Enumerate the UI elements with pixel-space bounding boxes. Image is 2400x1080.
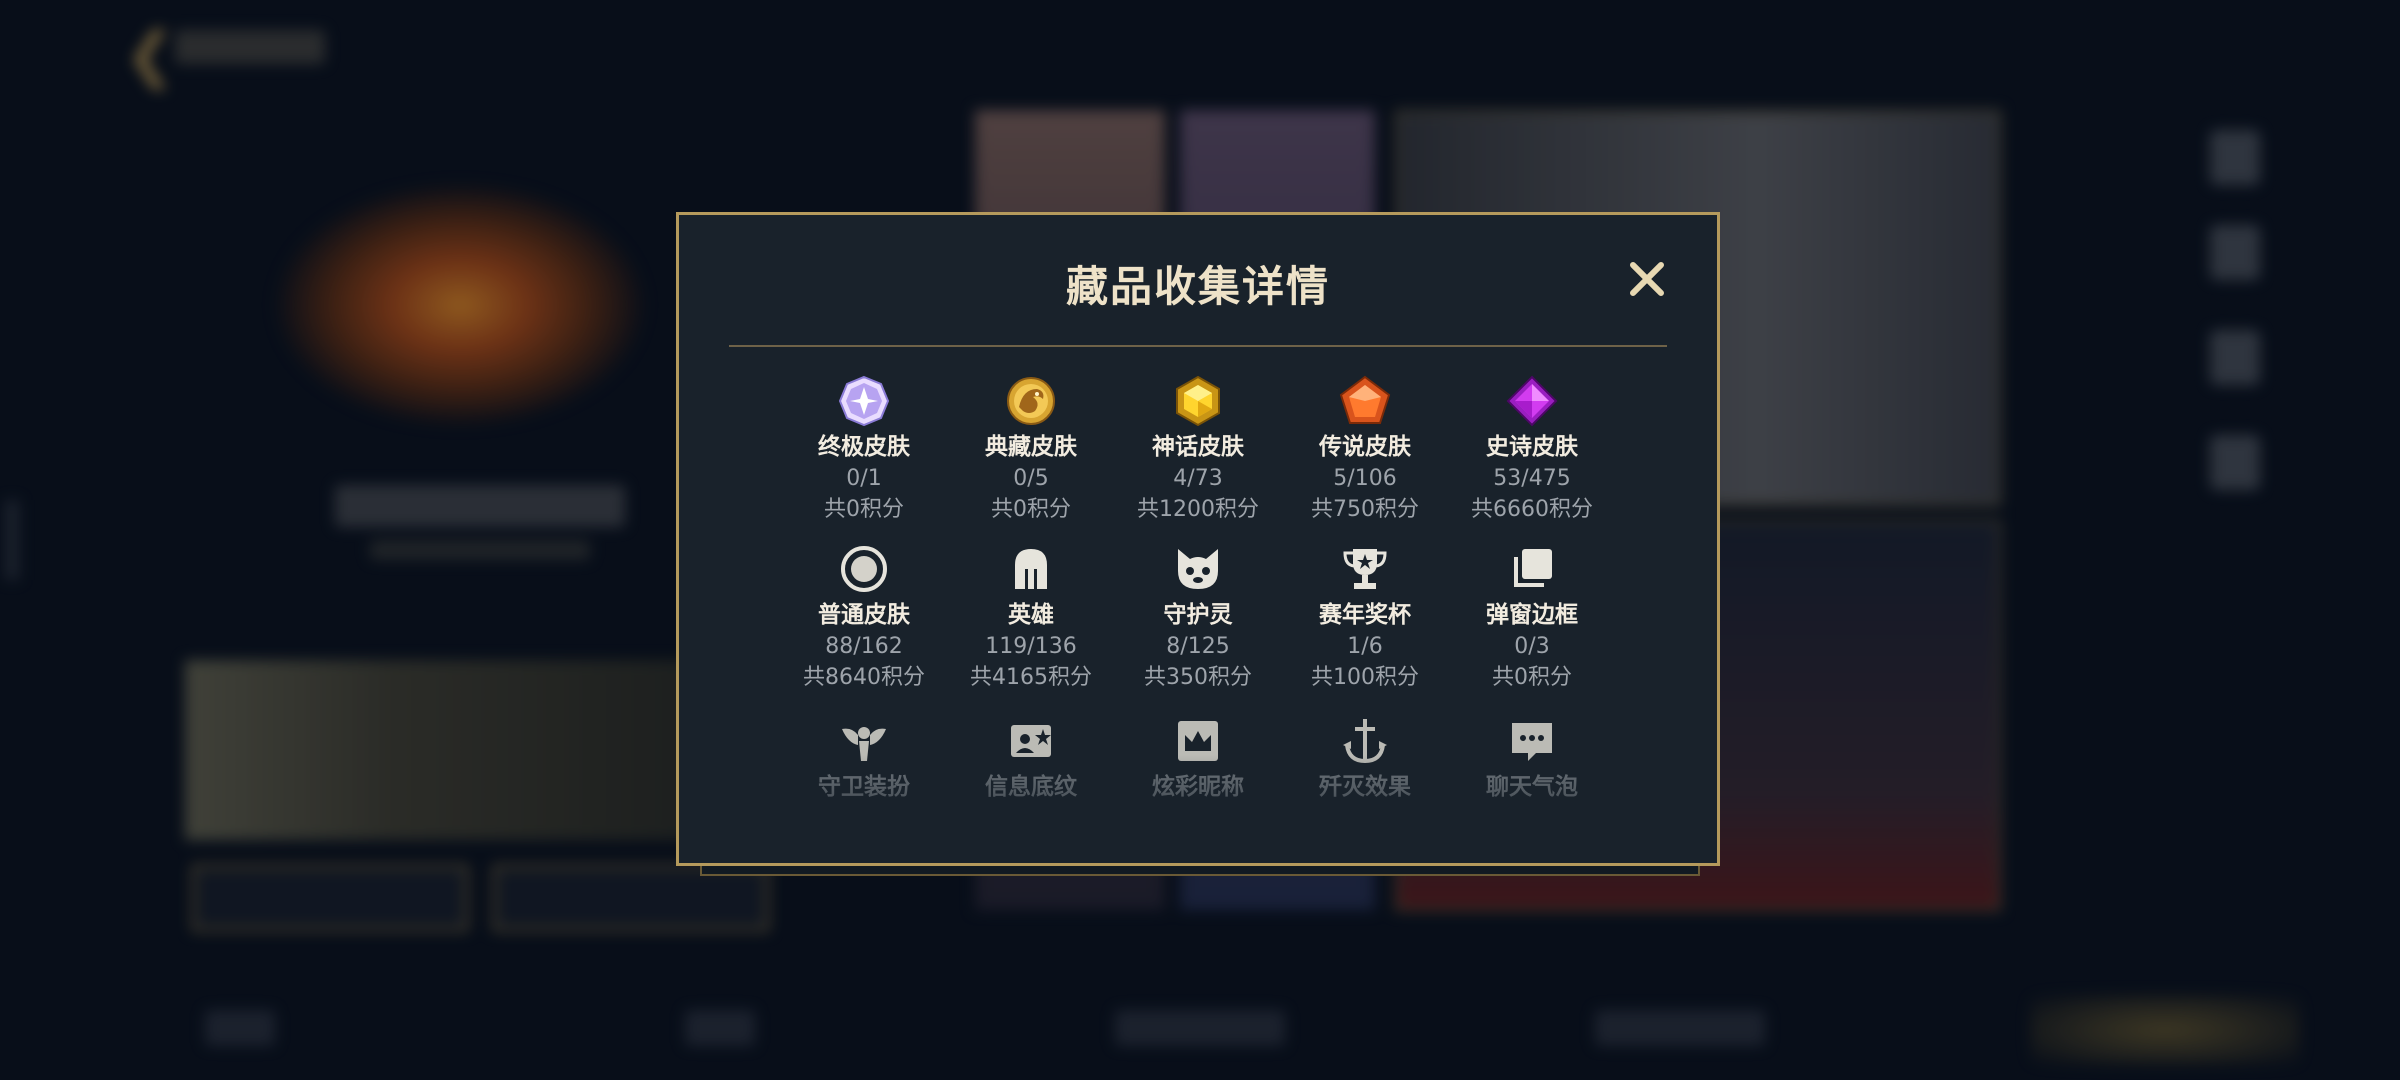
item-name: 信息底纹 xyxy=(985,774,1077,800)
item-name: 典藏皮肤 xyxy=(985,434,1077,460)
nickname-crown-icon xyxy=(1178,721,1218,761)
item-name: 传说皮肤 xyxy=(1319,434,1411,460)
collection-item-chat-bubble[interactable]: 聊天气泡 xyxy=(1449,715,1616,801)
item-count: 119/136 xyxy=(985,634,1077,659)
collection-item-guardian-spirit[interactable]: 守护灵 8/125 共350积分 xyxy=(1115,543,1282,692)
item-points: 共0积分 xyxy=(824,497,904,522)
item-name: 英雄 xyxy=(1008,602,1054,628)
legendary-gem-icon xyxy=(1339,375,1391,424)
collection-item-epic-skin[interactable]: 史诗皮肤 53/475 共6660积分 xyxy=(1449,375,1616,524)
item-count: 4/73 xyxy=(1173,466,1223,491)
item-name: 歼灭效果 xyxy=(1319,774,1411,800)
collection-row-3: 守卫装扮 信息底纹 炫彩昵称 歼灭效果 聊天气泡 xyxy=(729,715,1667,801)
collection-item-ward-skin[interactable]: 守卫装扮 xyxy=(781,715,948,801)
guardian-spirit-icon xyxy=(1178,549,1218,589)
item-name: 普通皮肤 xyxy=(818,602,910,628)
hero-helmet-icon xyxy=(1015,549,1047,589)
item-name: 守护灵 xyxy=(1163,602,1233,628)
close-icon[interactable] xyxy=(1625,257,1669,301)
elimination-effect-icon xyxy=(1343,719,1387,764)
mythic-gem-icon xyxy=(1176,375,1220,427)
item-count: 8/125 xyxy=(1166,634,1230,659)
item-name: 终极皮肤 xyxy=(818,434,910,460)
chat-bubble-icon xyxy=(1512,723,1552,761)
item-name: 弹窗边框 xyxy=(1486,602,1578,628)
ultimate-skin-gem-icon xyxy=(838,375,890,427)
title-divider xyxy=(729,345,1667,347)
item-name: 神话皮肤 xyxy=(1152,434,1244,460)
item-count: 1/6 xyxy=(1347,634,1383,659)
item-count: 0/1 xyxy=(846,466,882,491)
collection-item-elimination-effect[interactable]: 歼灭效果 xyxy=(1282,715,1449,801)
trophy-icon xyxy=(1343,549,1387,589)
item-points: 共1200积分 xyxy=(1137,497,1259,522)
item-name: 聊天气泡 xyxy=(1486,774,1578,800)
item-name: 史诗皮肤 xyxy=(1486,434,1578,460)
collection-row-2: 普通皮肤 88/162 共8640积分 英雄 119/136 共4165积分 守… xyxy=(729,543,1667,692)
collection-item-legendary-skin[interactable]: 传说皮肤 5/106 共750积分 xyxy=(1282,375,1449,524)
epic-gem-icon xyxy=(1506,375,1558,427)
item-count: 5/106 xyxy=(1333,466,1397,491)
item-count: 53/475 xyxy=(1493,466,1571,491)
collection-item-mythic-skin[interactable]: 神话皮肤 4/73 共1200积分 xyxy=(1115,375,1282,524)
dialog-title: 藏品收集详情 xyxy=(1065,262,1330,311)
item-name: 守卫装扮 xyxy=(818,774,910,800)
collection-item-ultimate-skin[interactable]: 终极皮肤 0/1 共0积分 xyxy=(781,375,948,524)
item-points: 共350积分 xyxy=(1144,665,1252,690)
item-name: 赛年奖杯 xyxy=(1319,602,1411,628)
collection-item-info-card[interactable]: 信息底纹 xyxy=(948,715,1115,801)
item-points: 共100积分 xyxy=(1311,665,1419,690)
collection-details-dialog: 藏品收集详情 终极皮肤 0/1 共0积分 典藏皮肤 0/5 共0积分 神话皮肤 … xyxy=(676,212,1720,866)
item-points: 共8640积分 xyxy=(803,665,925,690)
item-points: 共0积分 xyxy=(991,497,1071,522)
collector-dragon-icon xyxy=(1007,377,1055,425)
item-count: 88/162 xyxy=(825,634,903,659)
item-count: 0/5 xyxy=(1013,466,1049,491)
info-card-icon xyxy=(1011,725,1051,757)
popup-frame-icon xyxy=(1514,549,1552,587)
item-points: 共750积分 xyxy=(1311,497,1419,522)
collection-item-hero[interactable]: 英雄 119/136 共4165积分 xyxy=(948,543,1115,692)
collection-item-collector-skin[interactable]: 典藏皮肤 0/5 共0积分 xyxy=(948,375,1115,524)
collection-row-1: 终极皮肤 0/1 共0积分 典藏皮肤 0/5 共0积分 神话皮肤 4/73 共1… xyxy=(729,375,1667,524)
collection-item-season-trophy[interactable]: 赛年奖杯 1/6 共100积分 xyxy=(1282,543,1449,692)
collection-item-colorful-nickname[interactable]: 炫彩昵称 xyxy=(1115,715,1282,801)
collection-item-popup-frame[interactable]: 弹窗边框 0/3 共0积分 xyxy=(1449,543,1616,692)
ward-skin-icon xyxy=(842,727,886,761)
item-points: 共0积分 xyxy=(1492,665,1572,690)
item-count: 0/3 xyxy=(1514,634,1550,659)
item-points: 共6660积分 xyxy=(1471,497,1593,522)
item-name: 炫彩昵称 xyxy=(1152,774,1244,800)
common-skin-ring-icon xyxy=(841,546,887,592)
collection-item-common-skin[interactable]: 普通皮肤 88/162 共8640积分 xyxy=(781,543,948,692)
item-points: 共4165积分 xyxy=(970,665,1092,690)
modal-shadow-edge xyxy=(700,866,1700,876)
